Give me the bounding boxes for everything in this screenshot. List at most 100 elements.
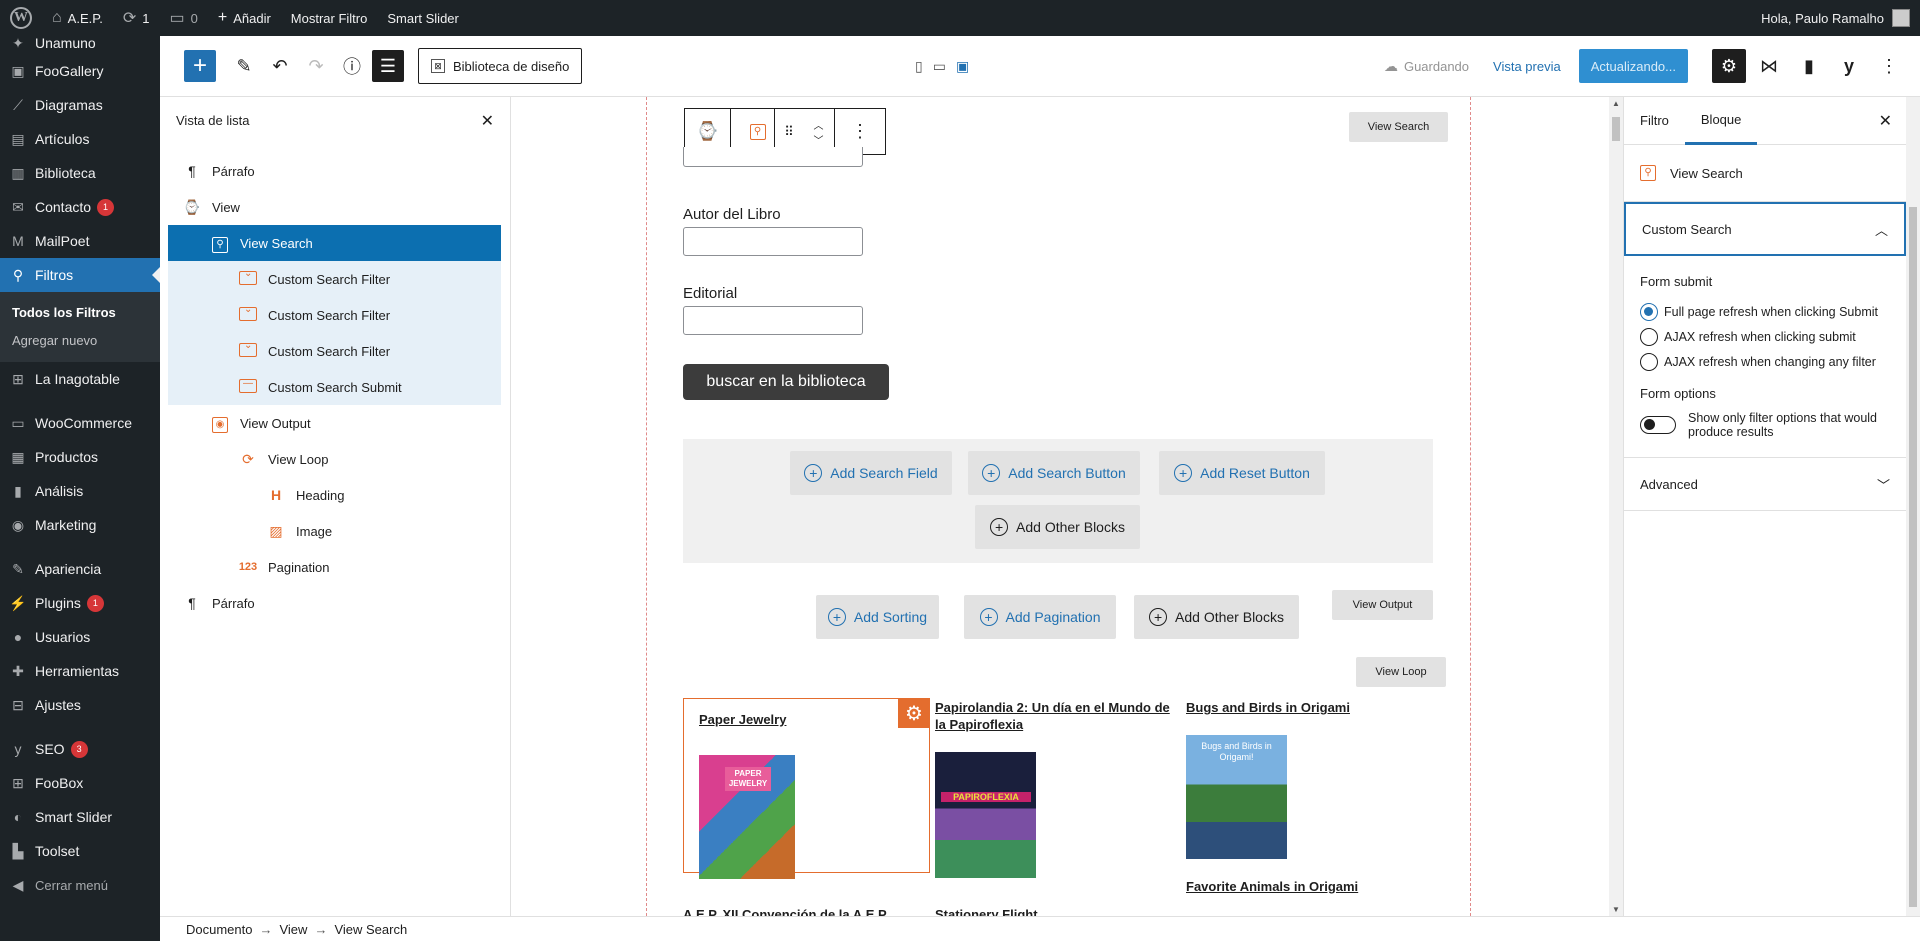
menu-item-plugins[interactable]: ⚡ Plugins 1 xyxy=(0,586,160,620)
add-search-field-button[interactable]: + Add Search Field xyxy=(790,451,952,495)
menu-item-analisis[interactable]: ▮ Análisis xyxy=(0,474,160,508)
menu-item-smart-slider[interactable]: ◐ Smart Slider xyxy=(0,800,160,834)
list-item-pagination[interactable]: 123 Pagination xyxy=(168,549,501,585)
breadcrumb-view[interactable]: View xyxy=(279,922,307,937)
menu-item-apariencia[interactable]: ✎ Apariencia xyxy=(0,552,160,586)
submenu-todos-los-filtros[interactable]: Todos los Filtros xyxy=(0,298,160,326)
toolset-button[interactable]: ⋈ xyxy=(1752,49,1786,83)
menu-item-unamuno[interactable]: ✦ Unamuno xyxy=(0,36,160,54)
account-menu[interactable]: Hola, Paulo Ramalho xyxy=(1761,0,1920,36)
add-sorting-button[interactable]: + Add Sorting xyxy=(816,595,939,639)
list-item-view-loop[interactable]: ⟳ View Loop xyxy=(168,441,501,477)
author-field-input[interactable] xyxy=(683,227,863,256)
undo-button[interactable]: ↶ xyxy=(264,50,296,82)
publisher-field-input[interactable] xyxy=(683,306,863,335)
clipboard-button[interactable]: ▮ xyxy=(1792,49,1826,83)
menu-item-diagramas[interactable]: ⟋ Diagramas xyxy=(0,88,160,122)
menu-item-biblioteca[interactable]: ▥ Biblioteca xyxy=(0,156,160,190)
add-search-button-button[interactable]: + Add Search Button xyxy=(968,451,1140,495)
custom-search-panel-toggle[interactable]: Custom Search ︿ xyxy=(1624,202,1906,256)
breadcrumb-documento[interactable]: Documento xyxy=(186,922,252,937)
list-item-view[interactable]: ⌚ View xyxy=(168,189,501,225)
menu-item-la-inagotable[interactable]: ⊞ La Inagotable xyxy=(0,362,160,396)
search-submit-button[interactable]: buscar en la biblioteca xyxy=(683,364,889,400)
tablet-preview-icon[interactable]: ▭ xyxy=(933,58,946,75)
chevron-down-icon[interactable]: ﹀ xyxy=(814,132,824,147)
design-library-button[interactable]: ⊠ Biblioteca de diseño xyxy=(418,48,583,84)
book-title[interactable]: Paper Jewelry xyxy=(699,711,889,728)
radio-full-page-refresh[interactable]: Full page refresh when clicking Submit xyxy=(1640,299,1890,324)
wordpress-logo-button[interactable]: W xyxy=(0,0,42,36)
canvas-scrollbar[interactable]: ▲ ▼ xyxy=(1609,97,1623,916)
menu-item-foobox[interactable]: ⊞ FooBox xyxy=(0,766,160,800)
scroll-up-icon[interactable]: ▲ xyxy=(1612,99,1620,108)
desktop-preview-icon[interactable]: ▣ xyxy=(956,58,969,75)
comments-link[interactable]: ▭ 0 xyxy=(160,0,208,36)
scrollbar-thumb[interactable] xyxy=(1909,207,1917,907)
advanced-panel-toggle[interactable]: Advanced ﹀ xyxy=(1624,457,1906,511)
list-item-custom-search-filter[interactable]: Custom Search Filter xyxy=(168,333,501,369)
scroll-down-icon[interactable]: ▼ xyxy=(1612,905,1620,914)
menu-item-marketing[interactable]: ◉ Marketing xyxy=(0,508,160,542)
menu-item-seo[interactable]: y SEO 3 xyxy=(0,732,160,766)
window-scrollbar[interactable] xyxy=(1906,97,1920,916)
view-output-tag[interactable]: View Output xyxy=(1332,590,1433,620)
list-item-custom-search-submit[interactable]: Custom Search Submit xyxy=(168,369,501,405)
list-item-view-output[interactable]: ◉ View Output xyxy=(168,405,501,441)
menu-item-herramientas[interactable]: ✚ Herramientas xyxy=(0,654,160,688)
add-block-button[interactable]: + xyxy=(184,50,216,82)
yoast-button[interactable]: y xyxy=(1832,49,1866,83)
redo-button[interactable]: ↷ xyxy=(300,50,332,82)
tools-button[interactable]: ✎ xyxy=(228,50,260,82)
view-loop-tag[interactable]: View Loop xyxy=(1356,657,1446,687)
menu-item-mailpoet[interactable]: M MailPoet xyxy=(0,224,160,258)
mobile-preview-icon[interactable]: ▯ xyxy=(915,58,923,75)
radio-unchecked[interactable] xyxy=(1640,352,1658,371)
menu-item-toolset[interactable]: ▙ Toolset xyxy=(0,834,160,868)
menu-item-articulos[interactable]: ▤ Artículos xyxy=(0,122,160,156)
add-other-blocks-button[interactable]: + Add Other Blocks xyxy=(1134,595,1299,639)
radio-checked[interactable] xyxy=(1640,302,1658,321)
details-button[interactable]: ⓘ xyxy=(336,50,368,82)
list-item-custom-search-filter[interactable]: Custom Search Filter xyxy=(168,261,501,297)
show-filter-link[interactable]: Mostrar Filtro xyxy=(281,0,378,36)
close-icon[interactable]: ✕ xyxy=(481,111,494,131)
view-search-tag[interactable]: View Search xyxy=(1349,112,1448,142)
site-name-link[interactable]: ⌂ A.E.P. xyxy=(42,0,113,36)
radio-ajax-submit[interactable]: AJAX refresh when clicking submit xyxy=(1640,324,1890,349)
add-pagination-button[interactable]: + Add Pagination xyxy=(964,595,1116,639)
title-field-input[interactable] xyxy=(683,147,863,167)
list-view-button[interactable]: ☰ xyxy=(372,50,404,82)
book-title[interactable]: A.E.P. XII Convención de la A.E.P. xyxy=(683,906,923,916)
loop-item-settings-button[interactable]: ⚙ xyxy=(898,698,930,728)
list-item-view-search[interactable]: ⚲ View Search xyxy=(168,225,501,261)
collapse-menu-button[interactable]: ◀ Cerrar menú xyxy=(0,868,160,902)
chevron-up-icon[interactable]: ︿ xyxy=(814,117,824,132)
book-title[interactable]: Stationery Flight xyxy=(935,906,1135,916)
tab-filtro[interactable]: Filtro xyxy=(1624,97,1685,145)
updates-link[interactable]: ⟳ 1 xyxy=(113,0,160,36)
menu-item-woocommerce[interactable]: ▭ WooCommerce xyxy=(0,406,160,440)
smart-slider-link[interactable]: Smart Slider xyxy=(377,0,469,36)
menu-item-filtros[interactable]: ⚲ Filtros xyxy=(0,258,160,292)
menu-item-foogallery[interactable]: ▣ FooGallery xyxy=(0,54,160,88)
list-item-paragraph[interactable]: ¶ Párrafo xyxy=(168,585,501,621)
update-button[interactable]: Actualizando... xyxy=(1578,49,1688,83)
filter-options-toggle[interactable] xyxy=(1640,416,1676,434)
options-button[interactable]: ⋮ xyxy=(1872,49,1906,83)
submenu-agregar-nuevo[interactable]: Agregar nuevo xyxy=(0,326,160,354)
menu-item-contacto[interactable]: ✉ Contacto 1 xyxy=(0,190,160,224)
add-other-blocks-button[interactable]: + Add Other Blocks xyxy=(975,505,1140,549)
radio-ajax-change[interactable]: AJAX refresh when changing any filter xyxy=(1640,349,1890,374)
list-item-paragraph[interactable]: ¶ Párrafo xyxy=(168,153,501,189)
book-title[interactable]: Favorite Animals in Origami xyxy=(1186,878,1406,895)
book-title[interactable]: Papirolandia 2: Un día en el Mundo de la… xyxy=(935,699,1180,733)
add-new-link[interactable]: + Añadir xyxy=(208,0,281,36)
list-item-image[interactable]: ▨ Image xyxy=(168,513,501,549)
menu-item-usuarios[interactable]: ● Usuarios xyxy=(0,620,160,654)
menu-item-ajustes[interactable]: ⊟ Ajustes xyxy=(0,688,160,722)
radio-unchecked[interactable] xyxy=(1640,327,1658,346)
settings-button[interactable]: ⚙ xyxy=(1712,49,1746,83)
book-title[interactable]: Bugs and Birds in Origami xyxy=(1186,699,1386,716)
breadcrumb-view-search[interactable]: View Search xyxy=(334,922,407,937)
